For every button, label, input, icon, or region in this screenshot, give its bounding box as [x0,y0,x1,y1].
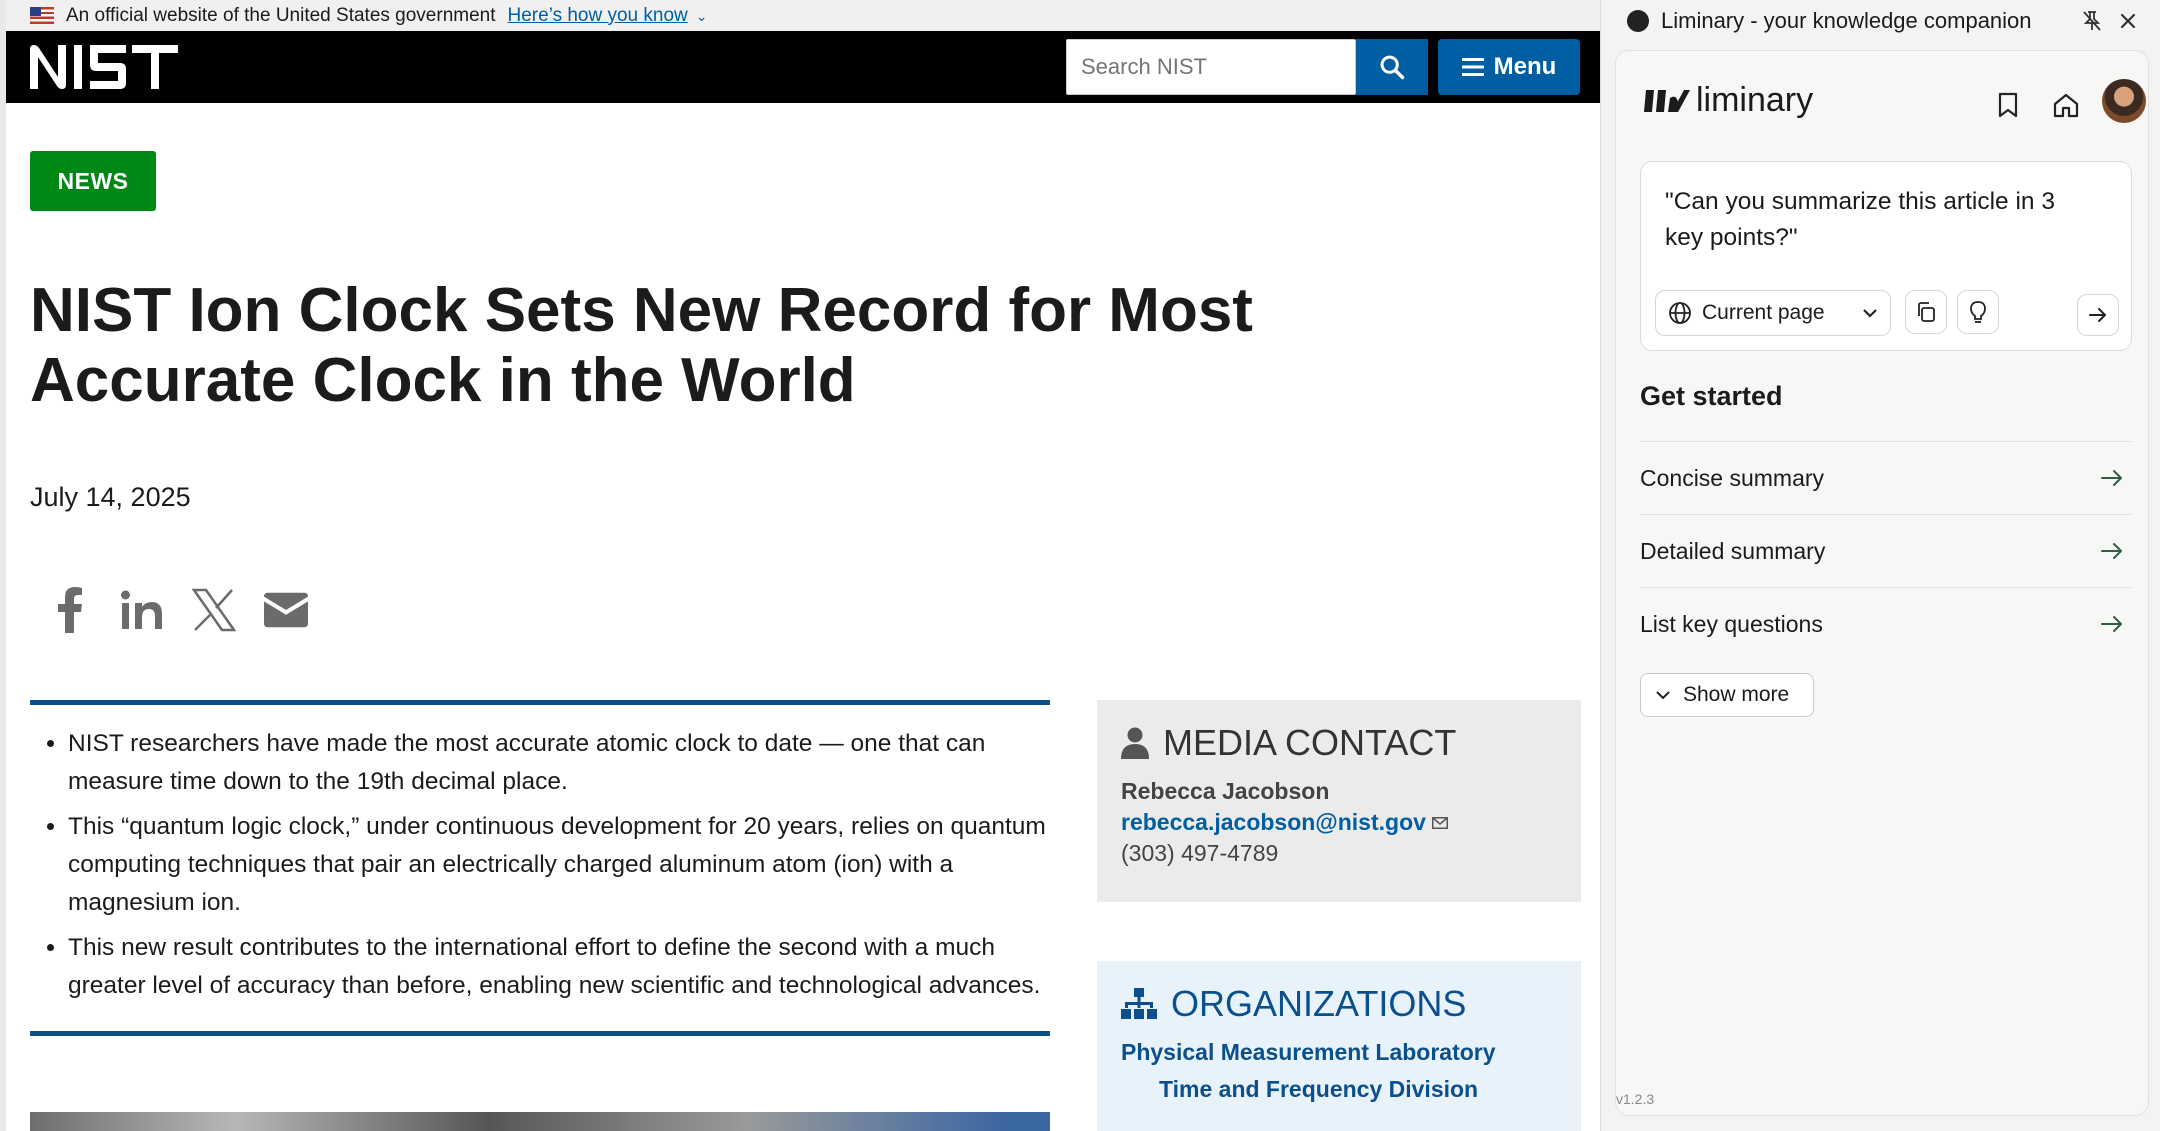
liminary-app-icon [1627,10,1649,32]
version-label: v1.2.3 [1616,1091,1655,1107]
gov-banner-text: An official website of the United States… [66,4,496,26]
search-input[interactable] [1066,39,1356,95]
article-title: NIST Ion Clock Sets New Record for Most … [30,276,1253,415]
org-link-pml[interactable]: Physical Measurement Laboratory [1121,1039,1557,1066]
bookmark-icon[interactable] [1988,85,2028,125]
heres-how-you-know-label: Here’s how you know [507,4,688,26]
news-tag[interactable]: NEWS [30,151,156,211]
search-button[interactable] [1356,39,1428,95]
liminary-logo: liminary [1644,81,1813,120]
organizations-header: ORGANIZATIONS [1121,983,1557,1025]
mail-small-icon [1431,816,1448,829]
scope-select[interactable]: Current page [1655,290,1891,336]
action-detailed-summary[interactable]: Detailed summary [1640,514,2132,587]
contact-name: Rebecca Jacobson [1121,778,1330,804]
globe-icon [1669,302,1691,324]
scope-select-value: Current page [1702,301,1825,324]
org-chart-icon [1121,988,1157,1019]
chevron-down-icon [1863,309,1877,318]
nist-website: An official website of the United States… [0,0,1600,1131]
menu-button[interactable]: Menu [1438,39,1580,95]
liminary-brand: liminary [1696,81,1814,119]
action-list-key-questions[interactable]: List key questions [1640,587,2132,660]
arrow-right-icon [2101,543,2122,559]
action-label: Detailed summary [1640,537,1826,564]
site-header: Menu [6,31,1600,103]
contact-email: rebecca.jacobson@nist.gov [1121,809,1426,835]
facebook-icon[interactable] [48,586,92,634]
prompt-text[interactable]: "Can you summarize this article in 3 key… [1665,184,2065,256]
media-contact-heading: MEDIA CONTACT [1163,722,1457,763]
user-avatar[interactable] [2102,79,2146,123]
highlight-item: This new result contributes to the inter… [68,929,1050,1005]
organizations-heading: ORGANIZATIONS [1171,983,1467,1024]
organizations-box: ORGANIZATIONS Physical Measurement Labor… [1097,961,1581,1131]
heres-how-you-know-link[interactable]: Here’s how you know ⌄ [508,5,708,27]
show-more-label: Show more [1683,683,1790,706]
copy-icon[interactable] [1905,290,1947,334]
send-arrow-icon[interactable] [2077,294,2119,336]
email-icon[interactable] [264,586,308,634]
action-list: Concise summary Detailed summary List ke… [1640,441,2132,660]
arrow-right-icon [2101,616,2122,632]
chevron-down-icon [1656,691,1670,700]
action-concise-summary[interactable]: Concise summary [1640,441,2132,514]
gov-banner: An official website of the United States… [6,0,1600,31]
close-icon[interactable] [2110,3,2146,39]
contact-email-link[interactable]: rebecca.jacobson@nist.gov [1121,809,1557,836]
x-icon[interactable] [192,586,236,634]
get-started-heading: Get started [1640,381,1783,411]
article-highlights: NIST researchers have made the most accu… [30,700,1050,1036]
contact-phone: (303) 497-4789 [1121,840,1279,866]
person-icon [1121,727,1149,759]
unpin-icon[interactable] [2074,3,2110,39]
nist-logo[interactable] [28,43,198,91]
liminary-mark-icon [1644,89,1690,112]
liminary-side-panel: Liminary - your knowledge companion limi… [1600,0,2160,1131]
home-icon[interactable] [2046,85,2086,125]
lightbulb-icon[interactable] [1957,290,1999,334]
show-more-button[interactable]: Show more [1640,673,1814,717]
panel-titlebar: Liminary - your knowledge companion [1601,0,2160,42]
action-label: Concise summary [1640,464,1825,491]
prompt-box[interactable]: "Can you summarize this article in 3 key… [1640,161,2132,351]
highlight-item: This “quantum logic clock,” under contin… [68,808,1050,922]
chevron-down-icon: ⌄ [695,7,708,24]
menu-button-label: Menu [1493,53,1557,80]
panel-window-title: Liminary - your knowledge companion [1661,8,2032,33]
org-link-time-frequency[interactable]: Time and Frequency Division [1159,1076,1557,1103]
search-icon [1380,55,1405,80]
media-contact-box: MEDIA CONTACT Rebecca Jacobson rebecca.j… [1097,700,1581,902]
panel-card: liminary "Can you summarize this article… [1615,50,2149,1116]
us-flag-icon [30,7,54,24]
linkedin-icon[interactable] [120,586,164,634]
article-date: July 14, 2025 [30,482,191,512]
share-bar [48,586,308,634]
hamburger-icon [1461,58,1484,76]
arrow-right-icon [2101,470,2122,486]
action-label: List key questions [1640,610,1823,637]
media-contact-header: MEDIA CONTACT [1121,722,1557,764]
article-hero-image [30,1112,1050,1131]
highlight-item: NIST researchers have made the most accu… [68,725,1050,801]
